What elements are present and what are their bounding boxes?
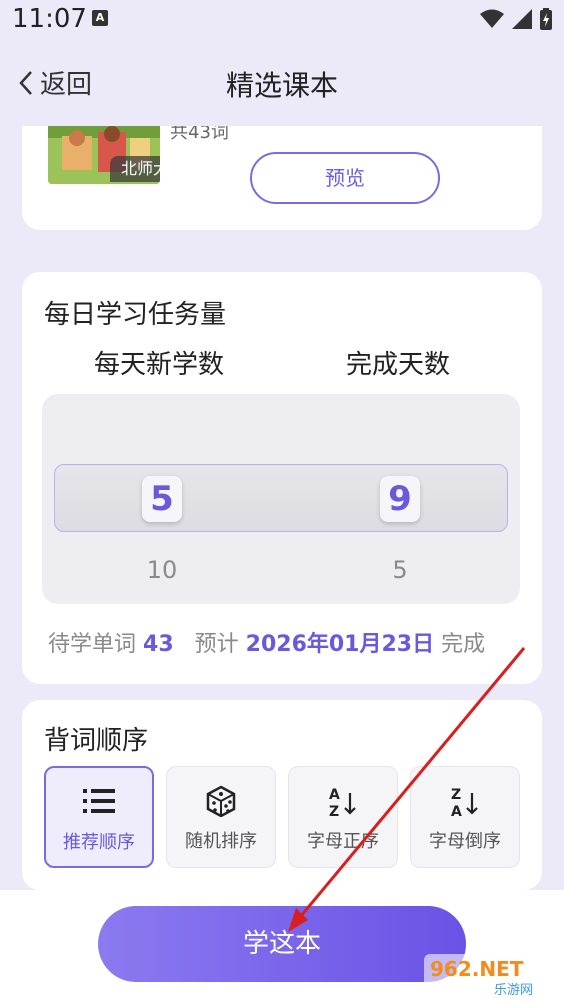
order-az-button[interactable]: A Z 字母正序 [288,766,398,868]
svg-text:A: A [451,804,462,819]
daily-task-title: 每日学习任务量 [44,300,227,330]
days-selected[interactable]: 9 [380,476,420,522]
svg-text:A: A [329,787,340,803]
number-picker[interactable]: 5 9 10 5 [42,394,520,604]
book-card: 北师大 共43词 预览 [22,126,542,230]
estimate-label: 预计 [194,632,239,657]
svg-text:Z: Z [451,787,461,803]
order-label: 推荐顺序 [63,832,135,853]
picker-selection-band [54,464,508,532]
new-per-day-selected[interactable]: 5 [142,476,182,522]
watermark-text: 962.NET [430,957,524,981]
pending-label: 待学单词 [48,632,137,657]
status-time: 11:07 [12,4,87,34]
learning-summary: 待学单词 43 预计 2026年01月23日 完成 [48,626,485,658]
svg-text:Z: Z [329,804,339,819]
signal-icon [512,9,532,29]
order-za-button[interactable]: Z A 字母倒序 [410,766,520,868]
status-icons [480,8,552,30]
watermark-sub: 乐游网 [494,983,533,998]
days-next[interactable]: 5 [380,556,420,584]
sort-az-icon: A Z [329,787,356,819]
nav-bar: 返回 精选课本 [0,44,564,124]
battery-icon [540,8,552,30]
order-random-button[interactable]: 随机排序 [166,766,276,868]
book-cover[interactable]: 北师大 [48,126,160,184]
pending-count: 43 [143,632,174,657]
word-order-title: 背词顺序 [44,726,149,756]
new-per-day-header: 每天新学数 [94,350,225,380]
status-bar: 11:07 A [0,0,564,40]
sort-za-icon: Z A [451,787,478,819]
preview-button[interactable]: 预览 [250,152,440,204]
notification-a-icon: A [92,10,108,26]
learn-this-book-button[interactable]: 学这本 [98,906,466,982]
estimate-date: 2026年01月23日 [245,632,435,657]
new-per-day-next[interactable]: 10 [142,556,182,584]
days-header: 完成天数 [346,350,451,380]
order-label: 随机排序 [185,831,257,852]
estimate-suffix: 完成 [441,632,486,657]
wifi-icon [480,9,504,28]
word-order-card: 背词顺序 推荐顺序 随机排序 A Z 字母正序 Z A 字母倒序 [22,700,542,890]
page-title: 精选课本 [225,69,338,102]
dice-icon [206,785,236,817]
order-label: 字母正序 [307,831,379,852]
order-label: 字母倒序 [429,831,501,852]
word-count: 共43词 [170,126,229,143]
site-watermark-logo: 962.NET 乐游网 [424,954,560,998]
order-recommended-button[interactable]: 推荐顺序 [44,766,154,868]
daily-task-card: 每日学习任务量 每天新学数 完成天数 5 9 10 5 待学单词 43 预计 2… [22,272,542,684]
publisher-badge: 北师大 [110,156,160,182]
list-icon [83,789,115,813]
